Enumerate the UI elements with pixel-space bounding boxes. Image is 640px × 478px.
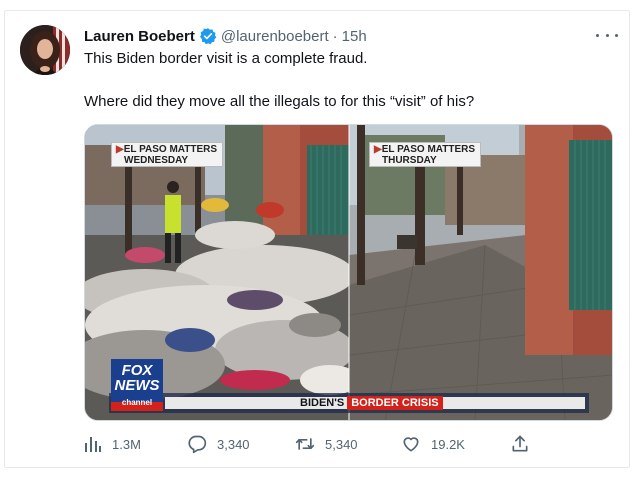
reply-button[interactable]: 3,340 [187, 432, 250, 456]
action-bar: 1.3M 3,340 5,340 19.2K [84, 432, 534, 456]
share-icon [512, 435, 528, 452]
more-icon[interactable] [596, 25, 618, 45]
reply-icon [188, 435, 207, 454]
fox-news-logo: FOX NEWS channel [114, 362, 160, 407]
right-location-label: ▶EL PASO MATTERS THURSDAY [369, 142, 481, 167]
like-icon [403, 437, 419, 452]
retweet-button[interactable]: 5,340 [295, 432, 358, 456]
reply-count: 3,340 [217, 436, 250, 452]
retweet-icon [295, 438, 315, 450]
tweet-media[interactable]: ▶EL PASO MATTERS WEDNESDAY ▶EL PASO MATT… [84, 124, 613, 421]
retweet-count: 5,340 [325, 436, 358, 452]
verified-icon [199, 27, 217, 45]
tweet-text-line2: Where did they move all the illegals to … [84, 93, 475, 110]
media-image [85, 125, 612, 420]
tweet-header: Lauren Boebert @laurenboebert · 15h [84, 26, 367, 46]
timestamp[interactable]: 15h [342, 28, 367, 45]
like-count: 19.2K [431, 436, 465, 452]
author-name[interactable]: Lauren Boebert [84, 28, 195, 45]
left-location-label: ▶EL PASO MATTERS WEDNESDAY [111, 142, 223, 167]
share-button[interactable] [510, 432, 530, 456]
views-count: 1.3M [112, 436, 141, 452]
avatar[interactable] [20, 25, 70, 75]
tweet-text-line1: This Biden border visit is a complete fr… [84, 50, 368, 67]
separator: · [332, 27, 338, 45]
like-button[interactable]: 19.2K [401, 432, 465, 456]
author-handle[interactable]: @laurenboebert [221, 28, 329, 45]
views-button[interactable]: 1.3M [84, 432, 141, 456]
views-icon [85, 437, 101, 452]
chyron-banner: BIDEN'S BORDER CRISIS [300, 396, 443, 410]
